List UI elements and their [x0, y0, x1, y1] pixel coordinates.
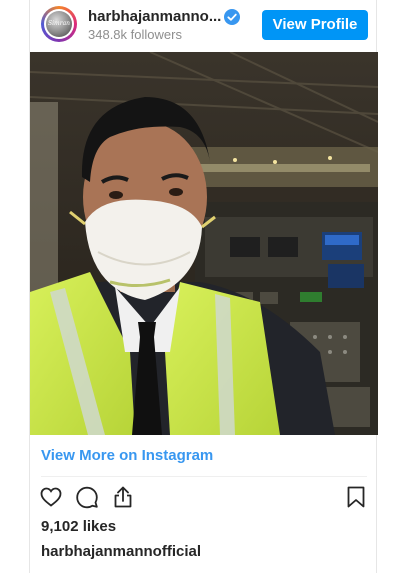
- divider: [41, 476, 367, 477]
- view-profile-button[interactable]: View Profile: [262, 10, 368, 40]
- follower-count: 348.8k followers: [88, 27, 182, 42]
- like-count: 9,102 likes: [41, 518, 117, 535]
- bookmark-icon[interactable]: [344, 485, 368, 509]
- caption-username[interactable]: harbhajanmannofficial: [41, 543, 201, 560]
- comment-icon[interactable]: [75, 485, 99, 509]
- verified-badge-icon: [224, 9, 240, 25]
- avatar-text: Simran: [48, 20, 71, 27]
- post-photo[interactable]: [30, 52, 378, 435]
- instagram-embed-card: Simran harbhajanmanno... 348.8k follower…: [29, 0, 378, 573]
- heart-icon[interactable]: [39, 485, 63, 509]
- share-icon[interactable]: [111, 485, 135, 509]
- avatar-image: Simran: [46, 11, 72, 37]
- avatar[interactable]: Simran: [41, 6, 77, 42]
- view-more-on-instagram-link[interactable]: View More on Instagram: [41, 447, 213, 464]
- username[interactable]: harbhajanmanno...: [88, 8, 221, 25]
- post-header: Simran harbhajanmanno... 348.8k follower…: [30, 0, 378, 52]
